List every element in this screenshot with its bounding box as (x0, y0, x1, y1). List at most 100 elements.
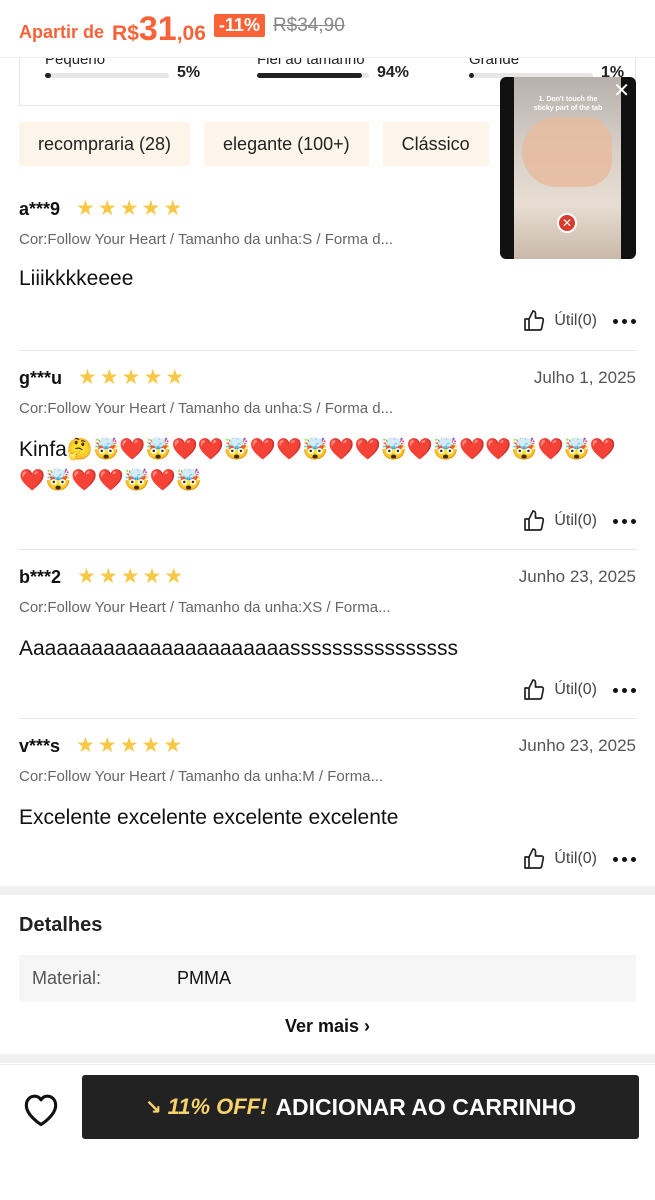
see-more-link[interactable]: Ver mais › (0, 1016, 655, 1037)
useful-count[interactable]: Útil(0) (554, 512, 597, 530)
star-icon: ★ (143, 366, 163, 389)
star-icon: ★ (121, 366, 141, 389)
price-integer: 31 (138, 10, 177, 48)
star-icon: ★ (78, 366, 97, 389)
star-icon: ★ (97, 197, 117, 220)
review-date: Julho 1, 2025 (533, 368, 636, 387)
trend-down-icon: ↘ (144, 1096, 162, 1119)
star-icon: ★ (163, 734, 183, 757)
thumbs-up-icon[interactable] (522, 309, 546, 333)
star-icon: ★ (99, 366, 119, 389)
tag-classic[interactable]: Clássico (382, 122, 489, 166)
review-text: Kinfa🤔🤯❤️🤯❤️❤️🤯❤️❤️🤯❤️❤️🤯❤️🤯❤️❤️🤯❤️🤯❤️❤️… (19, 438, 616, 492)
cart-promo: 11% OFF! (167, 1094, 268, 1119)
review-attributes: Cor:Follow Your Heart / Tamanho da unha:… (19, 768, 384, 785)
star-icon: ★ (98, 565, 118, 588)
thumbs-up-icon[interactable] (522, 678, 546, 702)
star-icon: ★ (163, 197, 183, 220)
fit-bar-fill (257, 73, 363, 78)
fit-percent: 5% (177, 64, 201, 81)
fit-item-large: Grande 1% (469, 58, 629, 81)
review-header: a***9 ★ ★ ★ ★ ★ (19, 197, 183, 220)
review-text: Aaaaaaaaaaaaaaaaaaaaaaassssssssssssssss (19, 637, 458, 660)
more-options-icon[interactable] (613, 318, 636, 324)
thumbs-up-icon[interactable] (522, 847, 546, 871)
review-username: v***s (19, 735, 61, 756)
tag-elegant[interactable]: elegante (100+) (204, 122, 369, 166)
star-rating: ★ ★ ★ ★ ★ (76, 197, 183, 220)
review-item: g***u ★ ★ ★ ★ ★ Julho 1, 2025 Cor:Follow You… (19, 366, 636, 538)
star-rating: ★ ★ ★ ★ ★ (78, 366, 185, 389)
review-date: Junho 23, 2025 (518, 567, 636, 586)
star-icon: ★ (77, 565, 96, 588)
section-separator (0, 886, 655, 895)
star-icon: ★ (164, 565, 184, 588)
star-icon: ★ (76, 734, 95, 757)
review-header: b***2 ★ ★ ★ ★ ★ (19, 565, 184, 588)
review-item: v***s ★ ★ ★ ★ ★ Junho 23, 2025 Cor:Follow Yo… (19, 734, 636, 876)
video-frame: 1. Don't touch the sticky part of the ta… (514, 77, 621, 259)
star-icon: ★ (120, 565, 140, 588)
review-item: b***2 ★ ★ ★ ★ ★ Junho 23, 2025 Cor:Follow Yo… (19, 565, 636, 707)
review-text: Liiikkkkeeee (19, 267, 134, 290)
heart-icon[interactable] (19, 1087, 63, 1131)
close-video-icon[interactable]: ✕ (613, 80, 630, 102)
useful-count[interactable]: Útil(0) (554, 850, 597, 868)
star-icon: ★ (141, 734, 161, 757)
section-separator (0, 1054, 655, 1063)
fit-bar-fill (469, 73, 474, 78)
tag-rebuy[interactable]: recompraria (28) (19, 122, 191, 166)
price-prefix: Apartir de (19, 22, 105, 42)
review-date: Junho 23, 2025 (518, 736, 636, 755)
more-options-icon[interactable] (613, 687, 636, 693)
details-title: Detalhes (19, 914, 103, 936)
star-rating: ★ ★ ★ ★ ★ (76, 734, 183, 757)
useful-count[interactable]: Útil(0) (554, 681, 597, 699)
review-text: Excelente excelente excelente excelente (19, 806, 399, 829)
divider (19, 350, 636, 351)
divider (19, 718, 636, 719)
add-to-cart-button[interactable]: ↘ 11% OFF! ADICIONAR AO CARRINHO (82, 1075, 639, 1139)
fit-item-small: Pequeno 5% (45, 58, 205, 81)
star-icon: ★ (97, 734, 117, 757)
fit-bar-fill (45, 73, 52, 78)
review-username: b***2 (19, 566, 62, 587)
details-row-material: Material: PMMA (19, 955, 636, 1002)
review-attributes: Cor:Follow Your Heart / Tamanho da unha:… (19, 231, 394, 248)
review-attributes: Cor:Follow Your Heart / Tamanho da unha:… (19, 400, 394, 417)
price-currency: R$ (112, 22, 139, 45)
more-options-icon[interactable] (613, 518, 636, 524)
fit-bar (45, 73, 169, 78)
review-footer: Útil(0) (522, 847, 636, 871)
fit-bar (257, 73, 369, 78)
review-footer: Útil(0) (522, 309, 636, 333)
review-footer: Útil(0) (522, 678, 636, 702)
review-header: g***u ★ ★ ★ ★ ★ (19, 366, 185, 389)
video-x-mark-icon: ✕ (557, 213, 577, 233)
chevron-right-icon: › (364, 1016, 371, 1036)
star-icon: ★ (119, 197, 139, 220)
star-icon: ★ (141, 197, 161, 220)
fit-item-true-to-size: Fiel ao tamanho 94% (257, 58, 417, 81)
divider (19, 549, 636, 550)
review-header: v***s ★ ★ ★ ★ ★ (19, 734, 183, 757)
star-icon: ★ (119, 734, 139, 757)
star-icon: ★ (165, 366, 185, 389)
price-decimal: ,06 (176, 22, 206, 45)
current-price: R$ 31 ,06 (112, 10, 206, 49)
star-rating: ★ ★ ★ ★ ★ (77, 565, 184, 588)
review-username: a***9 (19, 198, 61, 219)
star-icon: ★ (142, 565, 162, 588)
review-footer: Útil(0) (522, 509, 636, 533)
useful-count[interactable]: Útil(0) (554, 312, 597, 330)
cart-label: ADICIONAR AO CARRINHO (275, 1093, 577, 1120)
discount-badge: -11% (213, 14, 265, 37)
review-username: g***u (19, 367, 63, 388)
original-price: R$34,90 (272, 14, 345, 36)
thumbs-up-icon[interactable] (522, 509, 546, 533)
price-bar: Apartir de R$ 31 ,06 -11% R$34,90 (0, 0, 655, 58)
more-options-icon[interactable] (613, 856, 636, 862)
video-hand-image (522, 117, 612, 187)
star-icon: ★ (76, 197, 95, 220)
floating-video-player[interactable]: 1. Don't touch the sticky part of the ta… (500, 77, 636, 259)
